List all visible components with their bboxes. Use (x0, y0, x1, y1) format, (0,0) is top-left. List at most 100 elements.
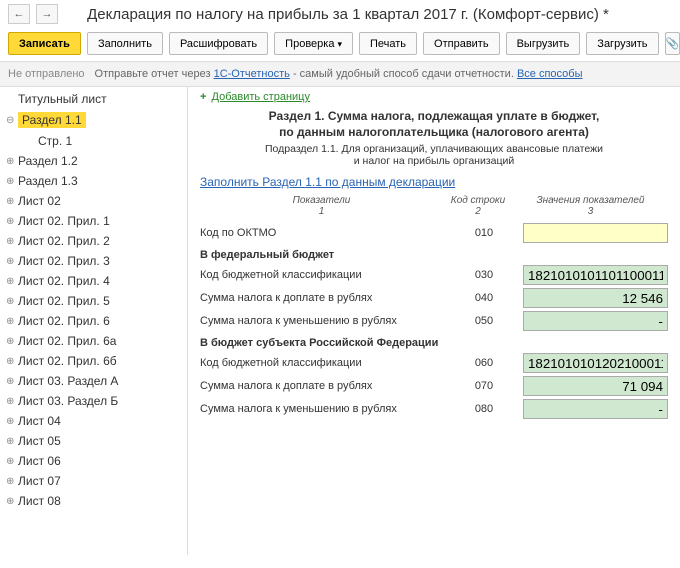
tree-item-label: Лист 04 (18, 414, 61, 428)
paperclip-icon: 📎 (666, 38, 680, 50)
add-page-link[interactable]: + Добавить страницу (200, 91, 668, 103)
row-kbk-sub: Код бюджетной классификации 060 (200, 353, 668, 373)
tree-item[interactable]: ⊕Лист 03. Раздел Б (0, 391, 187, 411)
expand-icon: ⊕ (6, 176, 18, 187)
tree-item-label: Лист 06 (18, 454, 61, 468)
sum-sub-add-input[interactable] (523, 376, 668, 396)
tree-item-label: Титульный лист (18, 92, 107, 106)
tree-item-label: Раздел 1.2 (18, 154, 78, 168)
tree-item[interactable]: ⊕Лист 07 (0, 471, 187, 491)
row-oktmo: Код по ОКТМО 010 (200, 223, 668, 243)
tree-item[interactable]: ⊕Лист 02. Прил. 6б (0, 351, 187, 371)
tree-item-label: Лист 05 (18, 434, 61, 448)
all-methods-link[interactable]: Все способы (517, 68, 583, 80)
tree-item[interactable]: Стр. 1 (0, 131, 187, 151)
print-button[interactable]: Печать (359, 32, 417, 55)
expand-icon: ⊕ (6, 456, 18, 467)
save-button[interactable]: Записать (8, 32, 81, 55)
chevron-down-icon: ▾ (337, 39, 342, 49)
expand-icon: ⊕ (6, 316, 18, 327)
unload-button[interactable]: Выгрузить (506, 32, 581, 55)
expand-icon: ⊕ (6, 276, 18, 287)
tree-item[interactable]: ⊕Лист 02. Прил. 3 (0, 251, 187, 271)
tree-item-label: Лист 02. Прил. 2 (18, 234, 110, 248)
content-pane: + Добавить страницу Раздел 1. Сумма нало… (188, 87, 680, 555)
kbk-fed-input[interactable] (523, 265, 668, 285)
fill-button[interactable]: Заполнить (87, 32, 163, 55)
status-bar: Не отправлено Отправьте отчет через 1С-О… (0, 62, 680, 87)
expand-icon: ⊕ (6, 296, 18, 307)
expand-icon: ⊕ (6, 496, 18, 507)
send-button[interactable]: Отправить (423, 32, 500, 55)
expand-icon: ⊕ (6, 256, 18, 267)
expand-icon: ⊕ (6, 156, 18, 167)
tree-item-label: Лист 02. Прил. 3 (18, 254, 110, 268)
tree-item[interactable]: ⊕Лист 06 (0, 451, 187, 471)
tree-item[interactable]: ⊕Лист 02. Прил. 5 (0, 291, 187, 311)
check-button[interactable]: Проверка▾ (274, 32, 353, 55)
tree-item-label: Лист 03. Раздел Б (18, 394, 118, 408)
tree-item[interactable]: ⊕Лист 03. Раздел А (0, 371, 187, 391)
kbk-sub-input[interactable] (523, 353, 668, 373)
tree-item-label: Лист 02. Прил. 4 (18, 274, 110, 288)
expand-icon: ⊖ (6, 115, 18, 126)
section-title-2: по данным налогоплательщика (налогового … (200, 125, 668, 139)
expand-icon: ⊕ (6, 436, 18, 447)
plus-icon: + (200, 91, 206, 103)
tree-item-label: Лист 02. Прил. 1 (18, 214, 110, 228)
send-status: Не отправлено (8, 68, 85, 80)
tree-item[interactable]: ⊕Лист 02. Прил. 1 (0, 211, 187, 231)
expand-icon: ⊕ (6, 336, 18, 347)
tree-item-label: Лист 02 (18, 194, 61, 208)
tree-item[interactable]: ⊖Раздел 1.1 (0, 109, 187, 131)
federal-budget-header: В федеральный бюджет (200, 249, 668, 261)
tree-item[interactable]: ⊕Лист 02. Прил. 6 (0, 311, 187, 331)
tree-item[interactable]: ⊕Раздел 1.2 (0, 151, 187, 171)
tree-item[interactable]: ⊕Лист 02. Прил. 6а (0, 331, 187, 351)
tree-item[interactable]: ⊕Лист 08 (0, 491, 187, 511)
tree-item-label: Лист 07 (18, 474, 61, 488)
sum-fed-add-input[interactable] (523, 288, 668, 308)
row-sum-sub-add: Сумма налога к доплате в рублях 070 (200, 376, 668, 396)
tree-item[interactable]: ⊕Раздел 1.3 (0, 171, 187, 191)
window-title: Декларация по налогу на прибыль за 1 ква… (64, 6, 672, 23)
expand-icon: ⊕ (6, 396, 18, 407)
oktmo-input[interactable] (523, 223, 668, 243)
tree-item[interactable]: Титульный лист (0, 89, 187, 109)
report-service-link[interactable]: 1С-Отчетность (214, 68, 290, 80)
expand-icon: ⊕ (6, 376, 18, 387)
fill-section-link[interactable]: Заполнить Раздел 1.1 по данным деклараци… (200, 175, 455, 189)
row-sum-sub-dec: Сумма налога к уменьшению в рублях 080 (200, 399, 668, 419)
tree-item-label: Лист 02. Прил. 6б (18, 354, 117, 368)
download-button[interactable]: Загрузить (586, 32, 658, 55)
row-sum-fed-dec: Сумма налога к уменьшению в рублях 050 (200, 311, 668, 331)
toolbar: Записать Заполнить Расшифровать Проверка… (0, 28, 680, 62)
attach-button[interactable]: 📎 (665, 32, 680, 55)
nav-forward[interactable]: → (36, 4, 58, 24)
tree-item[interactable]: ⊕Лист 02. Прил. 4 (0, 271, 187, 291)
subsection-title: Подраздел 1.1. Для организаций, уплачива… (200, 143, 668, 167)
expand-icon: ⊕ (6, 236, 18, 247)
tree-item-label: Лист 02. Прил. 6а (18, 334, 116, 348)
tree-item-label: Раздел 1.3 (18, 174, 78, 188)
tree-item[interactable]: ⊕Лист 04 (0, 411, 187, 431)
decode-button[interactable]: Расшифровать (169, 32, 268, 55)
expand-icon: ⊕ (6, 356, 18, 367)
row-kbk-fed: Код бюджетной классификации 030 (200, 265, 668, 285)
subject-budget-header: В бюджет субъекта Российской Федерации (200, 337, 668, 349)
tree-item[interactable]: ⊕Лист 05 (0, 431, 187, 451)
sum-sub-dec-input[interactable] (523, 399, 668, 419)
tree-item-label: Стр. 1 (38, 134, 72, 148)
tree-item[interactable]: ⊕Лист 02. Прил. 2 (0, 231, 187, 251)
sidebar-tree: Титульный лист⊖Раздел 1.1Стр. 1⊕Раздел 1… (0, 87, 188, 555)
tree-item[interactable]: ⊕Лист 02 (0, 191, 187, 211)
expand-icon: ⊕ (6, 476, 18, 487)
nav-back[interactable]: ← (8, 4, 30, 24)
sum-fed-dec-input[interactable] (523, 311, 668, 331)
section-title-1: Раздел 1. Сумма налога, подлежащая уплат… (200, 109, 668, 123)
tree-item-label: Раздел 1.1 (18, 112, 86, 128)
tree-item-label: Лист 08 (18, 494, 61, 508)
tree-item-label: Лист 02. Прил. 6 (18, 314, 110, 328)
expand-icon: ⊕ (6, 196, 18, 207)
tree-item-label: Лист 03. Раздел А (18, 374, 118, 388)
